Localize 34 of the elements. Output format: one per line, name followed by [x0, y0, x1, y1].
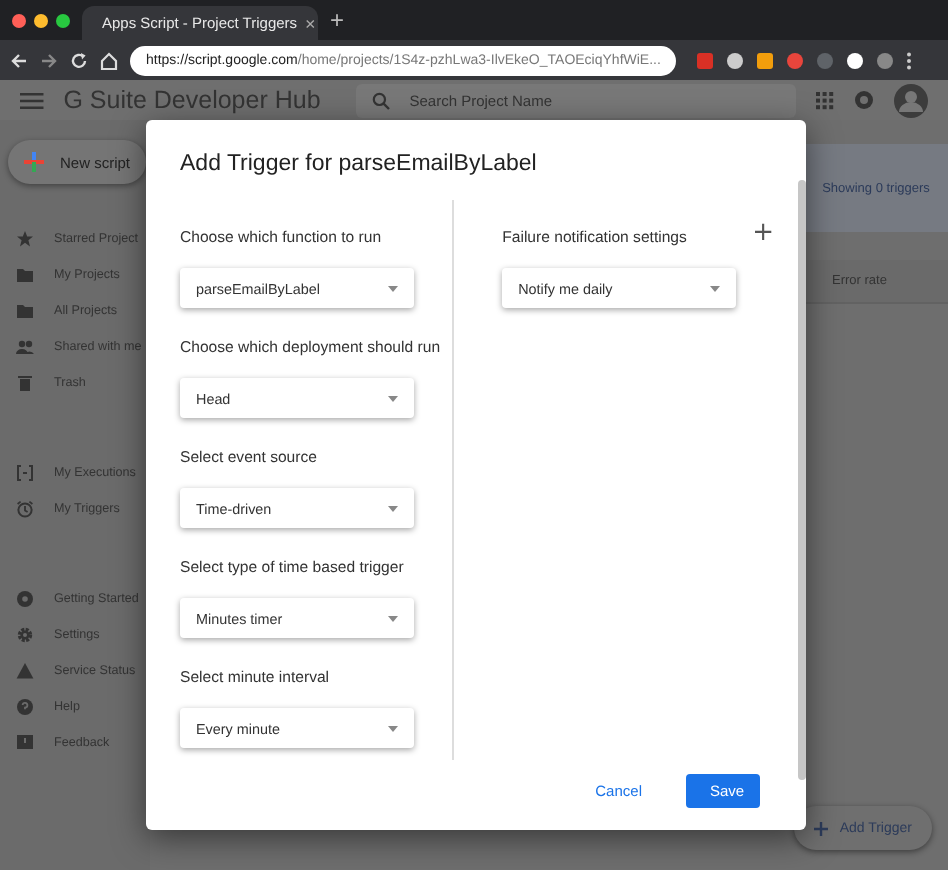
dropdown-caret-icon [388, 395, 398, 401]
dialog-title: Add Trigger for parseEmailByLabel [180, 152, 539, 176]
add-notification-button[interactable]: + [752, 220, 775, 246]
tab-close-button[interactable]: × [305, 13, 316, 33]
dropdown-caret-icon [710, 285, 721, 291]
forward-icon[interactable] [40, 51, 58, 69]
apps-grid-icon[interactable] [816, 91, 834, 109]
warning-icon [16, 661, 34, 679]
alarm-icon [16, 499, 34, 517]
more-menu-icon[interactable] [906, 51, 912, 69]
feedback-icon [16, 733, 34, 751]
gear-icon [16, 625, 34, 643]
new-tab-button[interactable]: + [330, 6, 345, 34]
dropdown-caret-icon [388, 505, 398, 511]
plus-icon [24, 152, 44, 172]
help-icon [16, 697, 34, 715]
avatar-icon[interactable] [894, 83, 928, 117]
search-icon [371, 91, 390, 109]
dropdown-caret-icon [388, 615, 398, 621]
trash-icon [16, 373, 34, 391]
people-icon [16, 337, 34, 355]
notifications-icon[interactable] [854, 90, 874, 110]
app-title: G Suite Developer Hub [63, 86, 316, 114]
dropdown-caret-icon [388, 285, 398, 291]
reload-icon[interactable] [70, 51, 88, 69]
menu-icon[interactable] [20, 91, 44, 109]
brackets-icon [16, 463, 34, 481]
star-icon [16, 229, 34, 247]
dropdown-caret-icon [388, 725, 398, 731]
home-icon[interactable] [100, 51, 118, 69]
disc-icon [16, 589, 34, 607]
scrollbar[interactable] [798, 180, 806, 780]
plus-icon [813, 821, 828, 835]
back-icon[interactable] [10, 51, 28, 69]
